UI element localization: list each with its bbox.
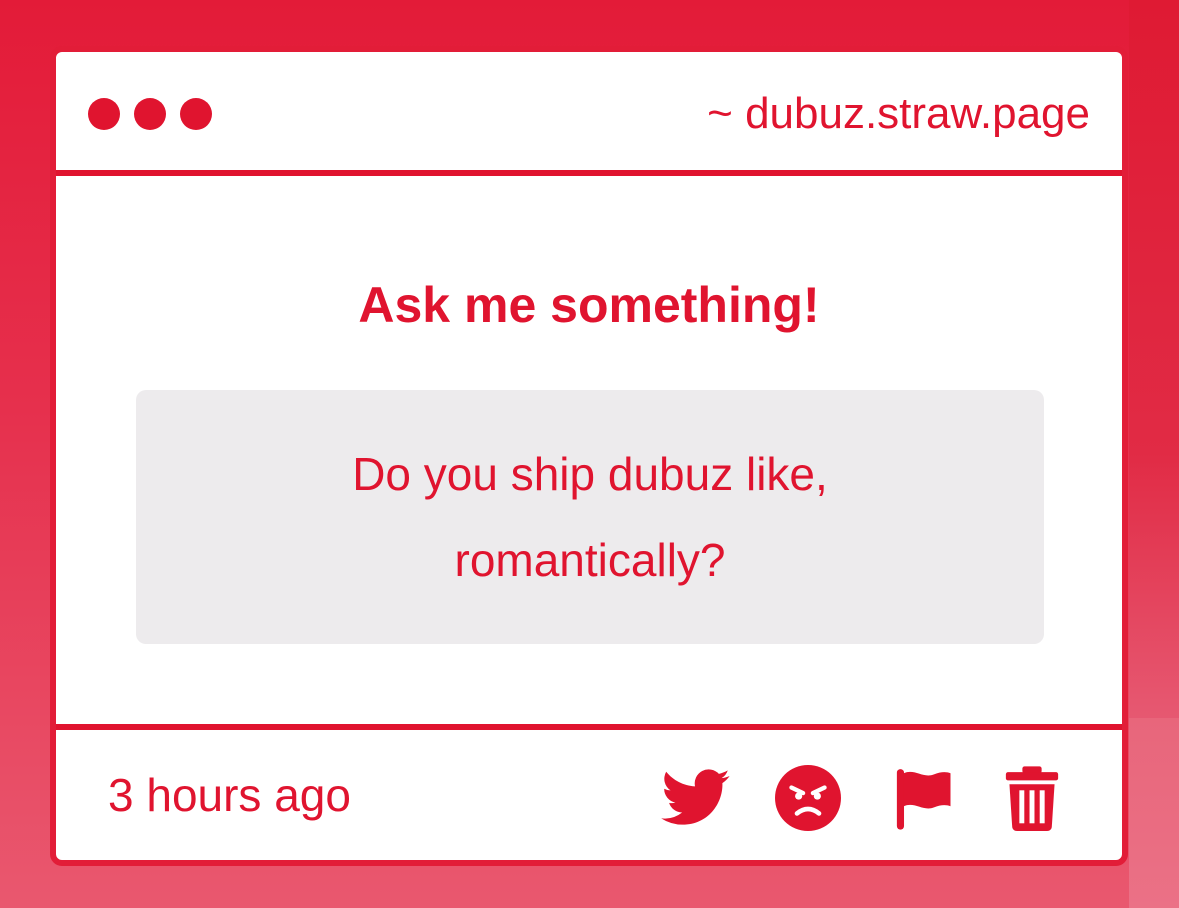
question-box: Do you ship dubuz like, romantically? <box>136 390 1044 644</box>
trash-icon[interactable] <box>1002 766 1062 831</box>
site-url[interactable]: ~ dubuz.straw.page <box>707 84 1090 144</box>
window-controls <box>88 98 212 130</box>
card-footer: 3 hours ago <box>56 724 1122 860</box>
question-text: Do you ship dubuz like, romantically? <box>352 448 828 586</box>
background-strip-lower <box>1129 718 1179 908</box>
window-dot-2[interactable] <box>134 98 166 130</box>
page-heading: Ask me something! <box>358 277 820 333</box>
window-dot-3[interactable] <box>180 98 212 130</box>
angry-face-icon[interactable] <box>774 765 842 831</box>
flag-icon[interactable] <box>888 766 958 830</box>
window-dot-1[interactable] <box>88 98 120 130</box>
twitter-icon[interactable] <box>660 766 732 830</box>
question-card: ~ dubuz.straw.page Ask me something! Do … <box>50 46 1128 866</box>
window-titlebar: ~ dubuz.straw.page <box>56 52 1122 176</box>
timestamp: 3 hours ago <box>108 769 351 821</box>
card-content: Ask me something! Do you ship dubuz like… <box>56 176 1122 724</box>
